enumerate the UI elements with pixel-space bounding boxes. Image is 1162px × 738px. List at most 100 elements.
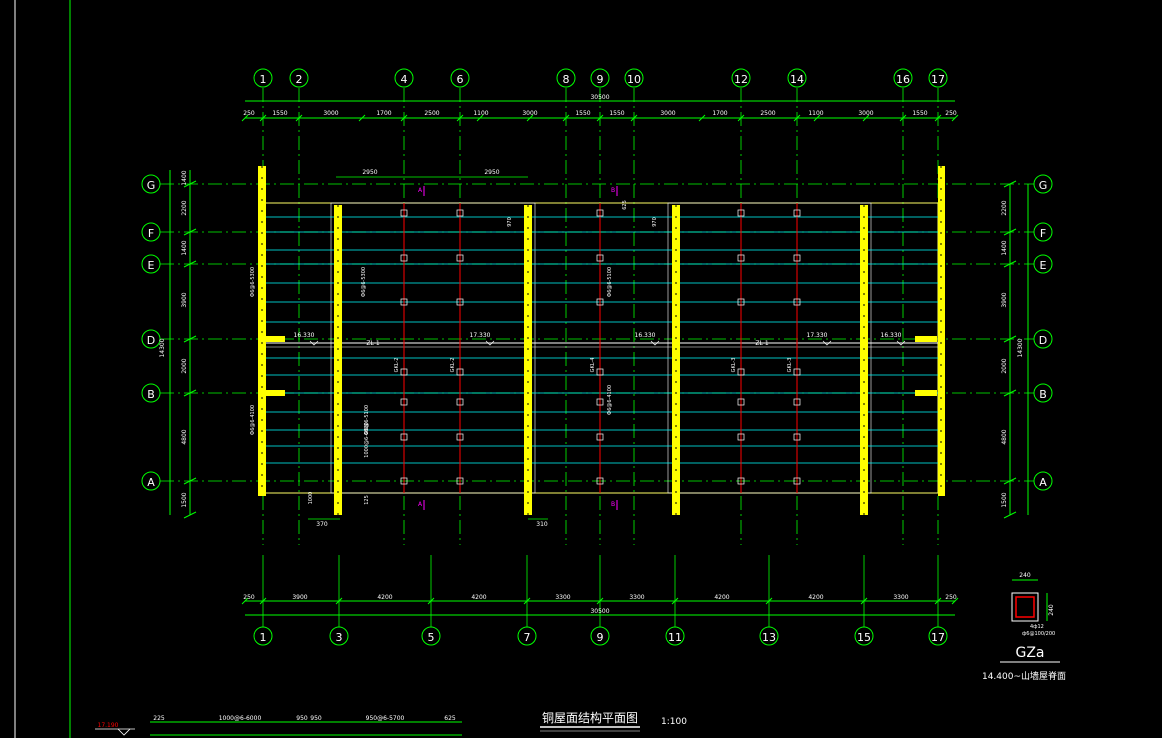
axis-label-left: D [147,334,155,347]
inner-dim-label: 2950 [484,169,499,176]
axis-label-right: B [1039,388,1047,401]
detail-title: GZa [1015,645,1044,661]
inner-label: 625 [622,200,628,210]
bottom-seg-label: 3300 [629,594,644,601]
vertical-note: Ф6@6-4100 [607,385,613,415]
strip-d6: 625 [444,715,456,722]
bottom-total-label: 30500 [590,608,609,615]
grid-lines [160,88,1034,627]
bottom-seg-label: 3900 [292,594,307,601]
vertical-note: Ф6@6-5300 [361,267,367,297]
axis-label-top: 6 [457,73,464,86]
left-seg-label: 1400 [181,170,188,185]
strip-d4: 950 [310,715,322,722]
top-seg-label: 2500 [760,110,775,117]
axis-label-top: 17 [931,73,945,86]
level-mark: 16.330 [294,332,315,339]
level-mark: 17.330 [807,332,828,339]
top-seg-label: 250 [243,110,255,117]
beam-label: GKL-2 [450,358,456,373]
drawing-canvas[interactable]: 1 2 4 6 8 9 10 12 14 16 171 3 5 7 9 11 13 15 17G GF FE ED DB BA… [0,0,1162,738]
detail-rebar-2: ф6@100/200 [1022,631,1055,637]
bottom-seg-label: 3300 [893,594,908,601]
axis-bubbles: 1 2 4 6 8 9 10 12 14 16 171 3 5 7 9 11 13 15 17G GF FE ED DB BA… [141,68,1053,646]
inner-frame [330,202,536,494]
left-seg-label: 4800 [181,429,188,444]
beam-label: GKL-4 [590,358,596,373]
axis-label-bottom: 11 [668,631,682,644]
column-stub [915,390,937,396]
axis-label-top: 2 [296,73,303,86]
top-seg-label: 1550 [912,110,927,117]
level-mark: 16.330 [635,332,656,339]
top-seg-label: 1100 [473,110,488,117]
bottom-seg-label: 250 [243,594,255,601]
inner-label: 970 [507,217,513,227]
left-seg-label: 2200 [181,200,188,215]
strip-d2: 1000@6-6000 [219,715,262,722]
strip-d1: 225 [153,715,165,722]
axis-label-bottom: 3 [336,631,343,644]
left-seg-label: 3900 [181,292,188,307]
axis-label-right: A [1039,476,1047,489]
vertical-note: Ф6@6-4100 [250,405,256,435]
right-total-label: 14300 [1017,338,1024,357]
annotations: 30500 250 1550 3000 1700 2500 1100 3000 1550 1550… [159,94,1024,615]
detail-dim-h-label: 240 [1048,604,1055,616]
axis-label-right: G [1039,179,1048,192]
axis-label-bottom: 1 [260,631,267,644]
beam-label: GKL-2 [394,358,400,373]
top-seg-label: 3000 [522,110,537,117]
left-seg-label: 1400 [181,240,188,255]
column-stub [263,390,285,396]
axis-label-bottom: 5 [428,631,435,644]
column-detail-gza[interactable]: 240 240 4ф12 ф6@100/200 GZa 14.400~山墙屋脊面 [982,572,1066,682]
bottom-seg-label: 4200 [808,594,823,601]
inner-frame [667,202,872,494]
left-total-label: 14300 [159,338,166,357]
right-seg-label: 1400 [1001,240,1008,255]
top-seg-label: 3000 [323,110,338,117]
axis-label-bottom: 17 [931,631,945,644]
right-seg-label: 2200 [1001,200,1008,215]
section-mark: A [418,501,423,508]
inner-label: 310 [536,521,548,528]
right-seg-label: 1500 [1001,492,1008,507]
top-seg-label: 1700 [712,110,727,117]
left-seg-label: 1500 [181,492,188,507]
top-seg-label: 1550 [575,110,590,117]
top-seg-label: 1700 [376,110,391,117]
axis-label-bottom: 7 [524,631,531,644]
top-seg-label: 3000 [660,110,675,117]
detail-rebar-1: 4ф12 [1030,624,1044,630]
axis-label-bottom: 9 [597,631,604,644]
axis-label-right: D [1039,334,1047,347]
section-mark: B [611,501,615,508]
top-seg-label: 1550 [272,110,287,117]
drawing-scale: 1:100 [661,717,687,727]
bottom-seg-label: 4200 [377,594,392,601]
axis-label-top: 9 [597,73,604,86]
axis-label-left: G [147,179,156,192]
beam-label: GKL-3 [787,358,793,373]
strip-elev: 17.190 [98,722,119,729]
inner-label: 370 [316,521,328,528]
section-mark: A [418,187,423,194]
axis-label-bottom: 13 [762,631,776,644]
top-total-label: 30500 [590,94,609,101]
axis-label-top: 8 [563,73,570,86]
level-mark: 17.330 [470,332,491,339]
axis-label-right: F [1040,227,1046,240]
axis-label-bottom: 15 [857,631,871,644]
axis-label-top: 14 [790,73,804,86]
strip-d5: 950@6-5700 [366,715,405,722]
left-seg-label: 2000 [181,358,188,373]
top-seg-label: 1550 [609,110,624,117]
top-seg-label: 3000 [858,110,873,117]
axis-label-left: F [148,227,154,240]
axis-label-top: 4 [401,73,408,86]
strip-d3: 950 [296,715,308,722]
vertical-note: 1000@6-6800 [364,422,370,457]
axis-label-top: 12 [734,73,748,86]
axis-label-left: E [148,259,155,272]
